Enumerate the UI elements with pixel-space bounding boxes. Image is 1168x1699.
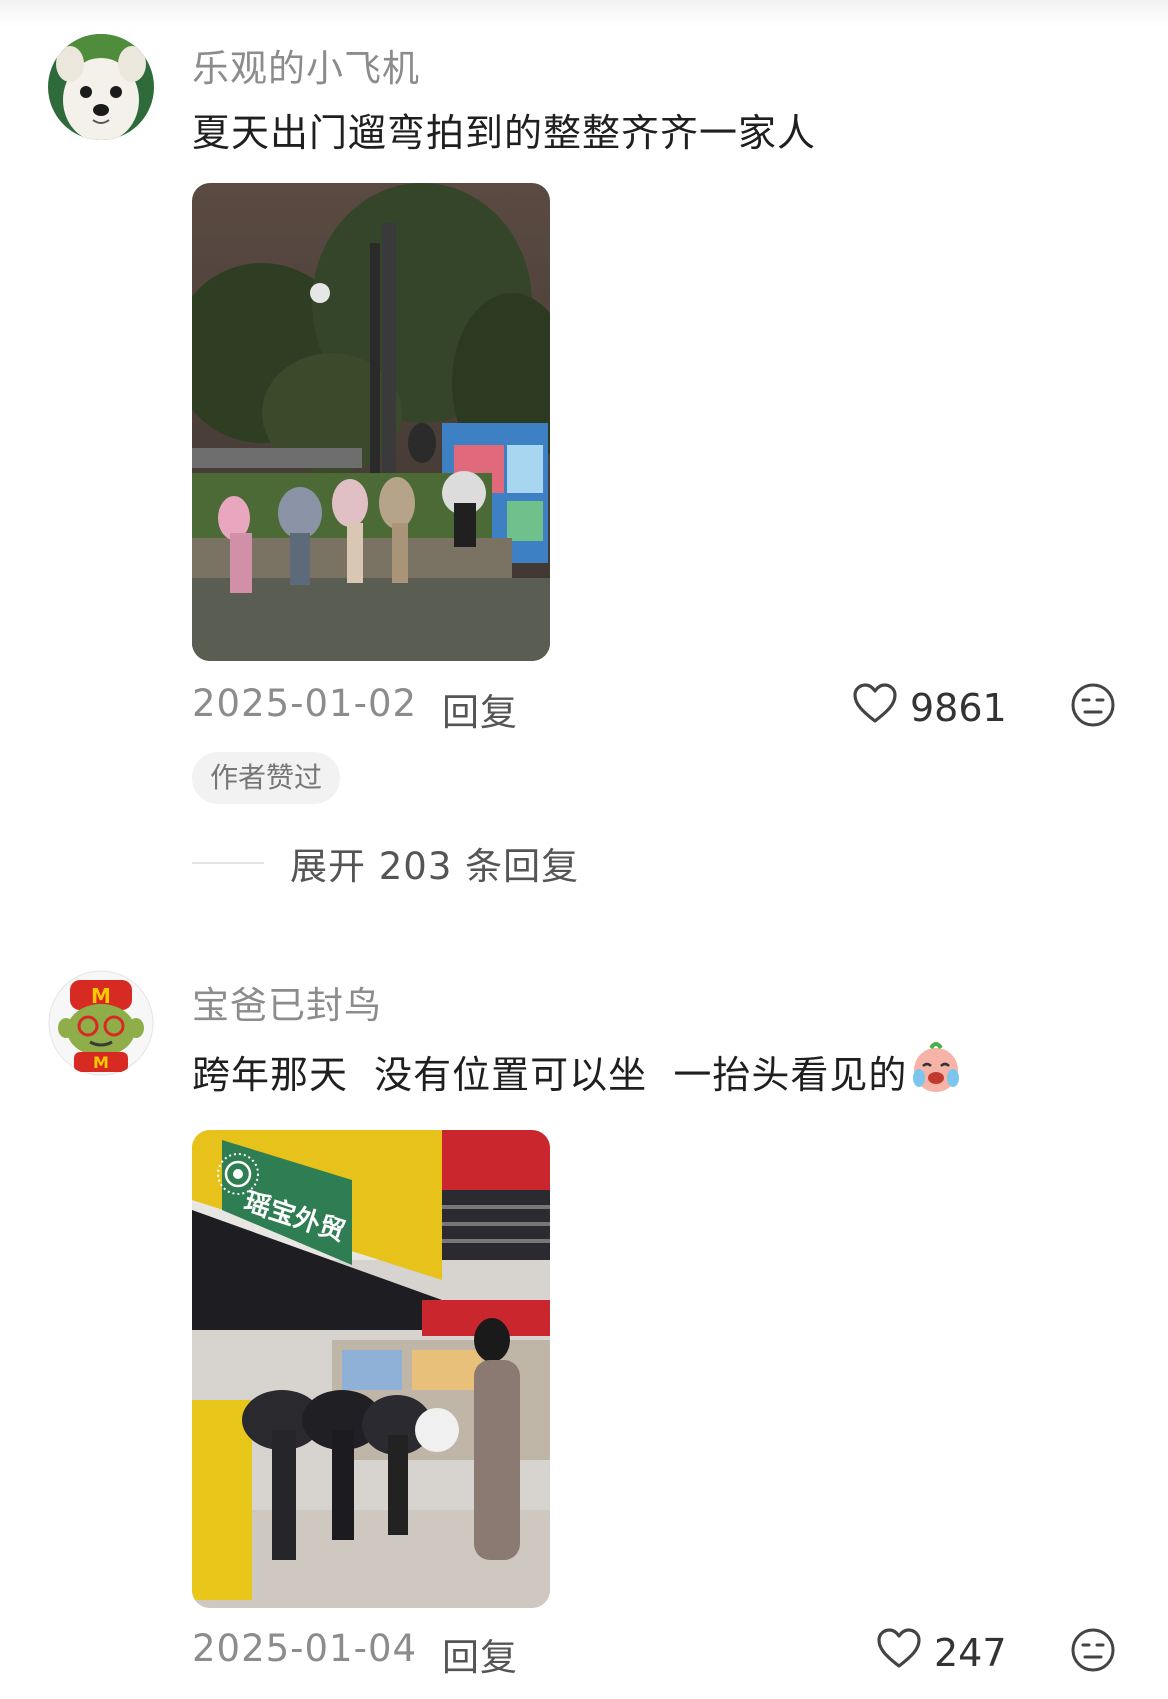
comment-text: 夏天出门遛弯拍到的整整齐齐一家人 [192, 111, 817, 155]
crying-laugh-emoji-icon [909, 1040, 963, 1103]
like-count: 9861 [910, 685, 1007, 730]
comment-text: 跨年那天 没有位置可以坐 一抬头看见的 [192, 1040, 963, 1103]
avatar[interactable]: M M [48, 970, 154, 1076]
divider-line [192, 862, 264, 864]
comment-date: 2025-01-02 [192, 682, 418, 725]
dislike-button[interactable] [1070, 682, 1116, 732]
reply-button[interactable]: 回复 [442, 1627, 518, 1681]
heart-outline-icon [876, 1627, 922, 1678]
reply-button[interactable]: 回复 [442, 682, 518, 736]
heart-outline-icon [852, 682, 898, 733]
username[interactable]: 乐观的小飞机 [192, 38, 420, 92]
avatar[interactable] [48, 34, 154, 140]
comment-photo[interactable] [192, 183, 550, 661]
author-liked-badge: 作者赞过 [192, 752, 341, 804]
username[interactable]: 宝爸已封鸟 [192, 975, 382, 1029]
expand-replies-label: 展开 203 条回复 [290, 845, 580, 888]
svg-text:M: M [93, 1053, 109, 1072]
like-button[interactable]: 247 [876, 1627, 1007, 1678]
comment-photo[interactable]: 瑶宝外贸 [192, 1130, 550, 1608]
dislike-button[interactable] [1070, 1627, 1116, 1677]
top-edge-shadow [0, 0, 1168, 28]
neutral-face-icon [1070, 1628, 1116, 1677]
comment-text-body: 跨年那天 没有位置可以坐 一抬头看见的 [192, 1053, 908, 1097]
expand-replies-button[interactable]: 展开 203 条回复 [192, 836, 579, 890]
like-count: 247 [934, 1630, 1007, 1675]
like-button[interactable]: 9861 [852, 682, 1007, 733]
comment-date: 2025-01-04 [192, 1627, 418, 1670]
neutral-face-icon [1070, 683, 1116, 732]
